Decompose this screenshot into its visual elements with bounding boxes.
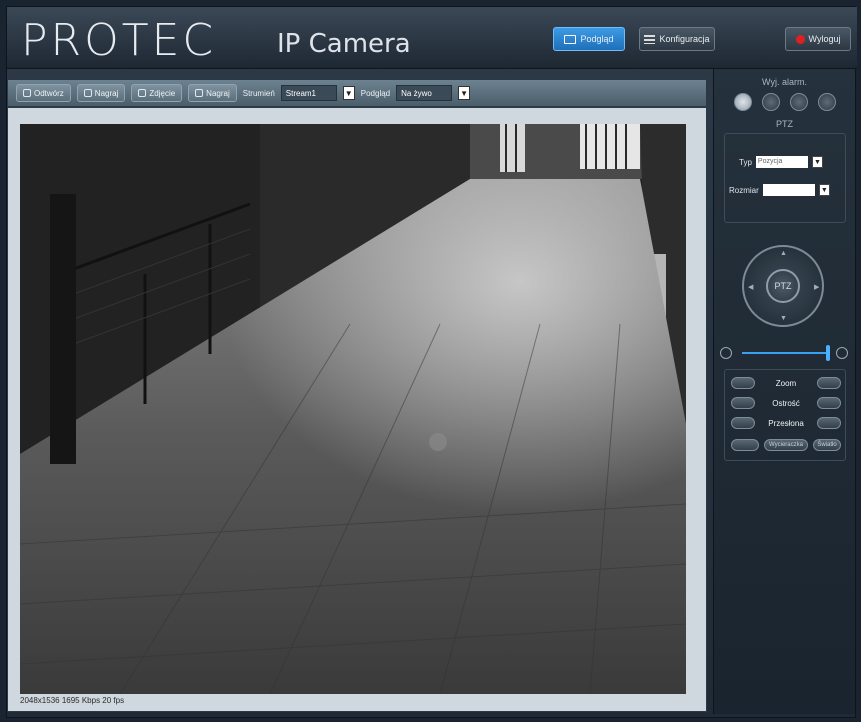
- fast-icon: [836, 347, 848, 359]
- preview-label: Podgląd: [360, 88, 391, 98]
- control-panel: Wyj. alarm. PTZ Typ Pozycja ▼ Rozmiar ▼ …: [713, 69, 855, 714]
- size-select[interactable]: [762, 184, 815, 196]
- playback-label: Odtwórz: [34, 88, 64, 98]
- live-view-button[interactable]: Podgląd: [553, 27, 625, 51]
- zoom-out-button[interactable]: [731, 377, 755, 389]
- camera-feed[interactable]: [20, 124, 686, 694]
- stream-status-text: 2048x1536 1695 Kbps 20 fps: [20, 696, 125, 705]
- stream-dropdown-icon[interactable]: ▼: [342, 86, 355, 100]
- playback-button[interactable]: Odtwórz: [16, 84, 71, 102]
- header-bar: PROTEC IP Camera Podgląd Konfiguracja Wy…: [7, 7, 857, 69]
- zoom-label: Zoom: [775, 378, 797, 388]
- record-button[interactable]: Nagraj: [76, 84, 126, 102]
- monitor-icon: [564, 34, 577, 44]
- auto-button[interactable]: [731, 439, 759, 451]
- light-label: Światło: [817, 442, 837, 448]
- camera-icon: [138, 89, 147, 97]
- stream-value: Stream1: [285, 88, 316, 98]
- record-video-button[interactable]: Nagraj: [188, 84, 237, 102]
- ptz-left-icon[interactable]: ◀: [748, 283, 753, 291]
- focus-label: Ostrość: [772, 398, 800, 408]
- speed-slider-track[interactable]: [742, 352, 830, 354]
- iris-close-button[interactable]: [731, 417, 755, 429]
- brand-logo: PROTEC: [21, 15, 217, 66]
- slow-icon: [720, 347, 732, 359]
- brand-subtitle: IP Camera: [277, 29, 411, 59]
- video-container: 2048x1536 1695 Kbps 20 fps: [7, 107, 707, 712]
- logout-button[interactable]: Wyloguj: [785, 27, 851, 51]
- preview-dropdown-icon[interactable]: ▼: [458, 86, 471, 100]
- stream-select[interactable]: Stream1: [280, 85, 337, 101]
- logout-label: Wyloguj: [808, 34, 841, 44]
- ptz-center-label: PTZ: [774, 281, 792, 291]
- camera-feed-image: [20, 124, 686, 694]
- configuration-button[interactable]: Konfiguracja: [639, 27, 715, 51]
- alarm-output-3-button[interactable]: [789, 93, 808, 111]
- app-window: PROTEC IP Camera Podgląd Konfiguracja Wy…: [6, 6, 857, 718]
- configuration-label: Konfiguracja: [659, 34, 710, 44]
- wiper-button[interactable]: Wycieraczka: [764, 439, 808, 451]
- light-button[interactable]: Światło: [813, 439, 841, 451]
- power-icon: [795, 34, 805, 44]
- ptz-center-button[interactable]: PTZ: [766, 269, 800, 303]
- size-dropdown-icon[interactable]: ▼: [818, 184, 830, 196]
- type-dropdown-icon[interactable]: ▼: [811, 156, 823, 168]
- video-record-icon: [195, 89, 204, 97]
- playback-icon: [23, 89, 31, 97]
- ptz-up-icon[interactable]: ▲: [780, 250, 787, 257]
- alarm-output-2-button[interactable]: [761, 93, 780, 111]
- type-select[interactable]: Pozycja: [755, 156, 808, 168]
- stream-label: Strumień: [242, 88, 275, 98]
- list-icon: [644, 34, 656, 44]
- video-toolbar: Odtwórz Nagraj Zdjęcie Nagraj Strumień S…: [7, 79, 707, 107]
- alarm-output-title: Wyj. alarm.: [762, 77, 807, 87]
- lens-controls-box: Zoom Ostrość Przesłona Wycieraczka Świat…: [724, 369, 846, 461]
- alarm-output-row: [714, 93, 855, 111]
- ptz-right-icon[interactable]: ▶: [814, 283, 819, 291]
- iris-label: Przesłona: [768, 418, 804, 428]
- alarm-output-4-button[interactable]: [817, 93, 836, 111]
- live-view-label: Podgląd: [580, 34, 614, 44]
- preview-select[interactable]: Na żywo: [396, 85, 453, 101]
- ptz-dpad[interactable]: ▲ ▼ ◀ ▶ PTZ: [742, 245, 824, 327]
- record-video-label: Nagraj: [206, 88, 230, 98]
- size-label: Rozmiar: [729, 185, 759, 195]
- iris-open-button[interactable]: [816, 417, 841, 429]
- snapshot-button[interactable]: Zdjęcie: [131, 84, 183, 102]
- speed-slider[interactable]: [718, 345, 852, 361]
- record-label: Nagraj: [94, 88, 119, 98]
- preview-value: Na żywo: [401, 88, 432, 98]
- snapshot-label: Zdjęcie: [149, 88, 176, 98]
- ptz-settings-box: Typ Pozycja ▼ Rozmiar ▼: [724, 133, 846, 223]
- mic-icon: [83, 89, 92, 97]
- ptz-title: PTZ: [776, 119, 793, 129]
- focus-far-button[interactable]: [817, 397, 841, 409]
- type-value: Pozycja: [757, 158, 783, 165]
- type-label: Typ: [739, 157, 752, 167]
- focus-near-button[interactable]: [731, 397, 755, 409]
- alarm-output-1-button[interactable]: [733, 93, 752, 111]
- ptz-down-icon[interactable]: ▼: [780, 315, 787, 322]
- wiper-label: Wycieraczka: [769, 442, 803, 448]
- speed-slider-handle[interactable]: [826, 345, 830, 361]
- zoom-in-button[interactable]: [816, 377, 841, 389]
